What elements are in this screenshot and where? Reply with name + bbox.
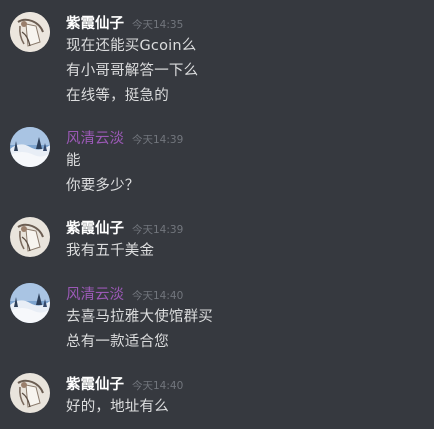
timestamp: 今天14:39: [132, 134, 184, 146]
ink-sketch-avatar-icon: [10, 217, 50, 257]
message-text: 去喜马拉雅大使馆群买: [66, 309, 213, 325]
message-text: 好的，地址有么: [66, 399, 169, 415]
message-text: 在线等，挺急的: [66, 88, 169, 104]
username[interactable]: 风清云淡: [66, 287, 124, 303]
message-text: 现在还能买Gcoin么: [66, 38, 197, 54]
message-text: 能: [66, 153, 81, 169]
timestamp: 今天14:40: [132, 290, 184, 302]
avatar[interactable]: [10, 12, 50, 52]
username[interactable]: 紫霞仙子: [66, 221, 124, 237]
message-text: 总有一款适合您: [66, 334, 169, 350]
message-text: 你要多少？: [66, 178, 140, 194]
chat-messages: 紫霞仙子 今天14:35 现在还能买Gcoin么 有小哥哥解答一下么 在线等，挺急…: [0, 0, 434, 429]
snowy-landscape-avatar-icon: [10, 283, 50, 323]
ink-sketch-avatar-icon: [10, 373, 50, 413]
username[interactable]: 风清云淡: [66, 131, 124, 147]
avatar[interactable]: [10, 217, 50, 257]
avatar[interactable]: [10, 283, 50, 323]
message-text: 我有五千美金: [66, 243, 155, 259]
username[interactable]: 紫霞仙子: [66, 377, 124, 393]
ink-sketch-avatar-icon: [10, 12, 50, 52]
avatar[interactable]: [10, 127, 50, 167]
snowy-landscape-avatar-icon: [10, 127, 50, 167]
timestamp: 今天14:39: [132, 224, 184, 236]
message-text: 有小哥哥解答一下么: [66, 63, 199, 79]
avatar[interactable]: [10, 373, 50, 413]
timestamp: 今天14:35: [132, 19, 184, 31]
username[interactable]: 紫霞仙子: [66, 16, 124, 32]
timestamp: 今天14:40: [132, 380, 184, 392]
